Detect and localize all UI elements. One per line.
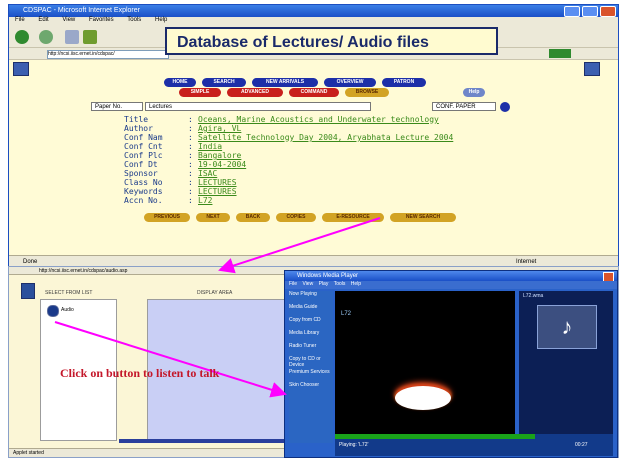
annotation-arrows [54, 217, 381, 398]
arrow-to-audio-window [218, 217, 381, 274]
annotation-text: Click on button to listen to talk [60, 366, 220, 380]
arrow-to-player [54, 321, 287, 398]
